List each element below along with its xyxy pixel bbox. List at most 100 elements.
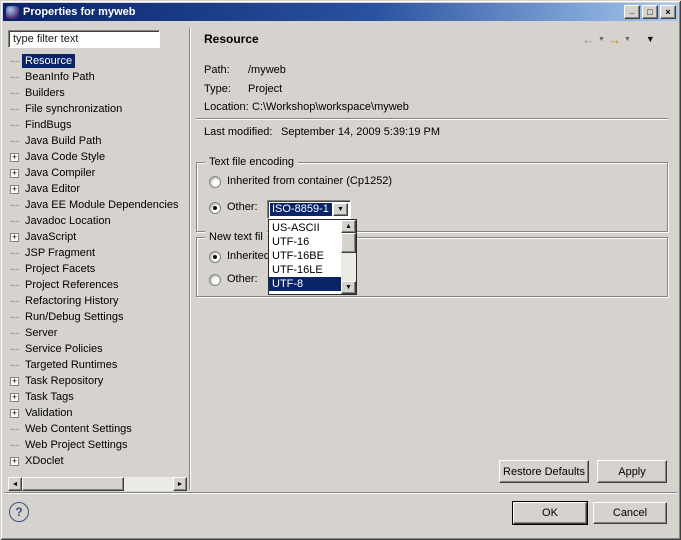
- text-file-encoding-group: Text file encoding Inherited from contai…: [196, 155, 668, 232]
- tree-connector: [8, 437, 22, 453]
- filter-input[interactable]: [8, 30, 160, 48]
- expand-icon[interactable]: +: [10, 376, 19, 386]
- tree-connector: [8, 277, 22, 293]
- tree-item-label: Java Build Path: [25, 135, 102, 147]
- close-button[interactable]: ×: [660, 5, 676, 19]
- tree-item[interactable]: + Java Editor: [8, 181, 184, 197]
- tree-item-resource[interactable]: Resource: [8, 53, 184, 69]
- dropdown-option-selected[interactable]: UTF-8: [269, 277, 341, 291]
- group-title: New text fil: [205, 230, 267, 244]
- tree-item[interactable]: Java Build Path: [8, 133, 184, 149]
- tree-item[interactable]: + Task Repository: [8, 373, 184, 389]
- tree-item-label: Java Editor: [25, 183, 81, 195]
- encoding-inherited-label[interactable]: Inherited from container (Cp1252): [227, 175, 392, 187]
- titlebar[interactable]: Properties for myweb _ □ ×: [3, 3, 678, 21]
- tree-item[interactable]: Run/Debug Settings: [8, 309, 184, 325]
- tree-item[interactable]: Project References: [8, 277, 184, 293]
- tree-item-label: File synchronization: [25, 103, 123, 115]
- back-icon[interactable]: ←: [582, 33, 595, 46]
- last-modified-value: September 14, 2009 5:39:19 PM: [281, 126, 440, 138]
- view-menu-icon[interactable]: ▼: [646, 35, 655, 44]
- tree-item-label: Run/Debug Settings: [25, 311, 124, 323]
- dropdown-option[interactable]: US-ASCII: [269, 221, 341, 235]
- scroll-down-icon[interactable]: ▼: [341, 281, 356, 294]
- encoding-combobox[interactable]: ISO-8859-1 ▼: [267, 200, 351, 219]
- tree-item[interactable]: JSP Fragment: [8, 245, 184, 261]
- dropdown-scrollbar[interactable]: ▲ ▼: [341, 220, 356, 294]
- tree-item[interactable]: Java EE Module Dependencies: [8, 197, 184, 213]
- group-title: Text file encoding: [205, 155, 298, 169]
- dropdown-option[interactable]: UTF-16: [269, 235, 341, 249]
- encoding-other-label[interactable]: Other:: [227, 201, 258, 213]
- encoding-dropdown-list: US-ASCII UTF-16 UTF-16BE UTF-16LE UTF-8 …: [268, 219, 357, 295]
- expand-icon[interactable]: +: [10, 184, 19, 194]
- maximize-button[interactable]: □: [642, 5, 658, 19]
- tree-connector: [8, 421, 22, 437]
- tree-item[interactable]: + Java Code Style: [8, 149, 184, 165]
- tree-connector: [8, 325, 22, 341]
- expand-icon[interactable]: +: [10, 232, 19, 242]
- cancel-button[interactable]: Cancel: [593, 502, 667, 524]
- panel-divider: [189, 28, 191, 490]
- delimiter-inherited-label[interactable]: Inherited: [227, 250, 270, 262]
- properties-dialog: Properties for myweb _ □ × Resource Bean…: [0, 0, 681, 540]
- expand-icon[interactable]: +: [10, 408, 19, 418]
- tree-item[interactable]: Targeted Runtimes: [8, 357, 184, 373]
- tree-item[interactable]: Refactoring History: [8, 293, 184, 309]
- tree-item[interactable]: Javadoc Location: [8, 213, 184, 229]
- tree-item[interactable]: Project Facets: [8, 261, 184, 277]
- scrollbar-thumb[interactable]: [22, 477, 124, 491]
- apply-button[interactable]: Apply: [597, 460, 667, 483]
- expand-icon[interactable]: +: [10, 168, 19, 178]
- combobox-dropdown-icon[interactable]: ▼: [333, 203, 348, 216]
- tree-item-label: Project References: [25, 279, 119, 291]
- encoding-inherited-radio[interactable]: [209, 176, 221, 188]
- scroll-right-icon[interactable]: ►: [173, 477, 187, 491]
- tree-item[interactable]: + Validation: [8, 405, 184, 421]
- tree-item[interactable]: + XDoclet: [8, 453, 184, 469]
- scrollbar-thumb[interactable]: [341, 233, 356, 253]
- delimiter-other-radio[interactable]: [209, 274, 221, 286]
- scroll-left-icon[interactable]: ◄: [8, 477, 22, 491]
- tree-item[interactable]: FindBugs: [8, 117, 184, 133]
- restore-defaults-button[interactable]: Restore Defaults: [499, 460, 589, 483]
- tree-horizontal-scrollbar[interactable]: ◄ ►: [8, 477, 187, 491]
- tree-item[interactable]: + Java Compiler: [8, 165, 184, 181]
- tree-item[interactable]: Server: [8, 325, 184, 341]
- tree-item[interactable]: Web Content Settings: [8, 421, 184, 437]
- tree-item[interactable]: + JavaScript: [8, 229, 184, 245]
- tree-item-label: Web Content Settings: [25, 423, 132, 435]
- ok-button[interactable]: OK: [512, 501, 588, 525]
- expand-icon[interactable]: +: [10, 456, 19, 466]
- help-button[interactable]: ?: [9, 502, 29, 522]
- dropdown-option[interactable]: UTF-16BE: [269, 249, 341, 263]
- tree-item[interactable]: Web Project Settings: [8, 437, 184, 453]
- tree-connector: [8, 293, 22, 309]
- encoding-other-radio[interactable]: [209, 202, 221, 214]
- tree-item-label: XDoclet: [25, 455, 64, 467]
- delimiter-inherited-radio[interactable]: [209, 251, 221, 263]
- tree-item-label: FindBugs: [25, 119, 72, 131]
- tree-connector: [8, 133, 22, 149]
- delimiter-other-label[interactable]: Other:: [227, 273, 258, 285]
- dropdown-option[interactable]: UTF-16LE: [269, 263, 341, 277]
- forward-icon[interactable]: →: [608, 33, 621, 46]
- tree-connector: [8, 309, 22, 325]
- tree-item-label: Project Facets: [25, 263, 96, 275]
- forward-menu-caret-icon[interactable]: ▼: [624, 36, 631, 43]
- scroll-up-icon[interactable]: ▲: [341, 220, 356, 233]
- tree-item-label: Resource: [22, 54, 76, 68]
- tree-item-label: Java EE Module Dependencies: [25, 199, 179, 211]
- combobox-value[interactable]: ISO-8859-1: [270, 203, 332, 216]
- expand-icon[interactable]: +: [10, 152, 19, 162]
- type-value: Project: [248, 83, 283, 95]
- tree-item[interactable]: Builders: [8, 85, 184, 101]
- tree-item[interactable]: + Task Tags: [8, 389, 184, 405]
- back-menu-caret-icon[interactable]: ▼: [598, 36, 605, 43]
- tree-connector: [8, 213, 22, 229]
- expand-icon[interactable]: +: [10, 392, 19, 402]
- tree-item[interactable]: File synchronization: [8, 101, 184, 117]
- tree-item[interactable]: BeanInfo Path: [8, 69, 184, 85]
- minimize-button[interactable]: _: [624, 5, 640, 19]
- tree-item[interactable]: Service Policies: [8, 341, 184, 357]
